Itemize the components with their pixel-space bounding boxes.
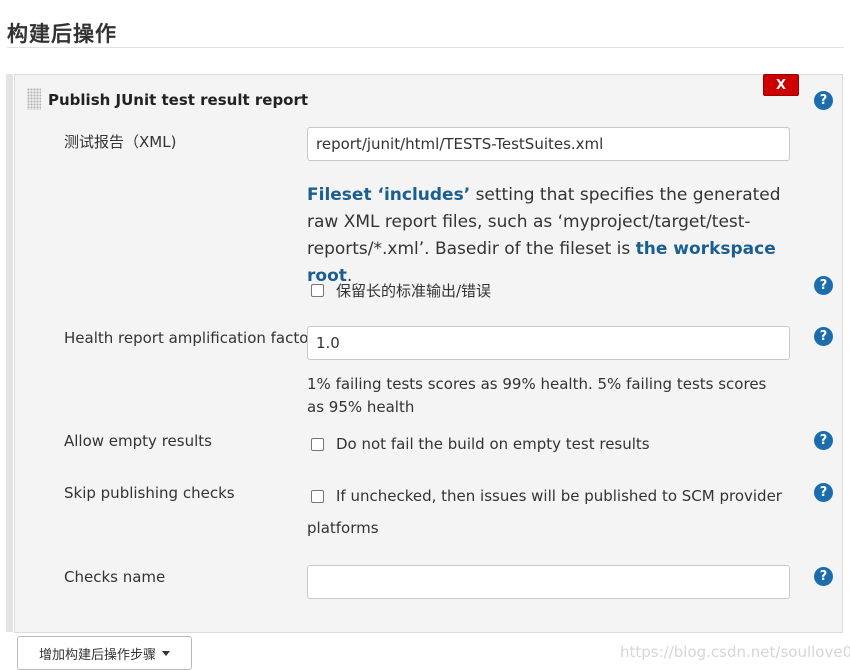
panel-left-bar xyxy=(6,74,13,632)
health-factor-input[interactable] xyxy=(307,326,790,360)
skip-checks-checkbox-label: If unchecked, then issues will be publis… xyxy=(336,487,782,505)
checks-name-label: Checks name xyxy=(64,568,166,586)
skip-checks-checkbox-label-wrap: platforms xyxy=(307,519,379,537)
delete-publisher-button[interactable]: X xyxy=(763,74,799,96)
keep-long-stdio-row: 保留长的标准输出/错误 xyxy=(311,280,491,301)
section-header: 构建后操作 xyxy=(7,14,844,48)
allow-empty-row: Do not fail the build on empty test resu… xyxy=(311,435,650,453)
skip-checks-label: Skip publishing checks xyxy=(64,484,235,502)
skip-checks-checkbox[interactable] xyxy=(311,489,324,503)
test-report-description: Fileset ‘includes’ setting that specifie… xyxy=(307,182,787,290)
health-factor-label: Health report amplification factor xyxy=(64,329,315,347)
section-title: 构建后操作 xyxy=(7,22,117,46)
caret-down-icon xyxy=(162,650,170,656)
fileset-includes-link[interactable]: Fileset ‘includes’ xyxy=(307,185,470,205)
publisher-title: Publish JUnit test result report xyxy=(48,91,309,109)
help-icon[interactable]: ? xyxy=(814,431,833,450)
test-report-label: 测试报告（XML) xyxy=(64,133,177,151)
help-icon[interactable]: ? xyxy=(814,483,833,502)
help-icon[interactable]: ? xyxy=(814,276,833,295)
help-icon[interactable]: ? xyxy=(814,91,833,110)
help-icon[interactable]: ? xyxy=(814,567,833,586)
allow-empty-checkbox[interactable] xyxy=(311,437,324,451)
add-post-build-step-button[interactable]: 增加构建后操作步骤 xyxy=(17,636,192,670)
drag-handle-icon[interactable] xyxy=(27,88,41,110)
skip-checks-row: If unchecked, then issues will be publis… xyxy=(311,487,782,505)
allow-empty-checkbox-label: Do not fail the build on empty test resu… xyxy=(336,435,650,453)
help-icon[interactable]: ? xyxy=(814,327,833,346)
test-report-input[interactable] xyxy=(307,127,790,161)
keep-long-stdio-label: 保留长的标准输出/错误 xyxy=(336,282,492,300)
health-factor-description: 1% failing tests scores as 99% health. 5… xyxy=(307,375,767,416)
watermark: https://blog.csdn.net/soullove01 xyxy=(620,643,850,661)
add-post-build-step-label: 增加构建后操作步骤 xyxy=(38,647,156,663)
keep-long-stdio-checkbox[interactable] xyxy=(311,284,324,297)
allow-empty-label: Allow empty results xyxy=(64,432,212,450)
checks-name-input[interactable] xyxy=(307,565,790,599)
